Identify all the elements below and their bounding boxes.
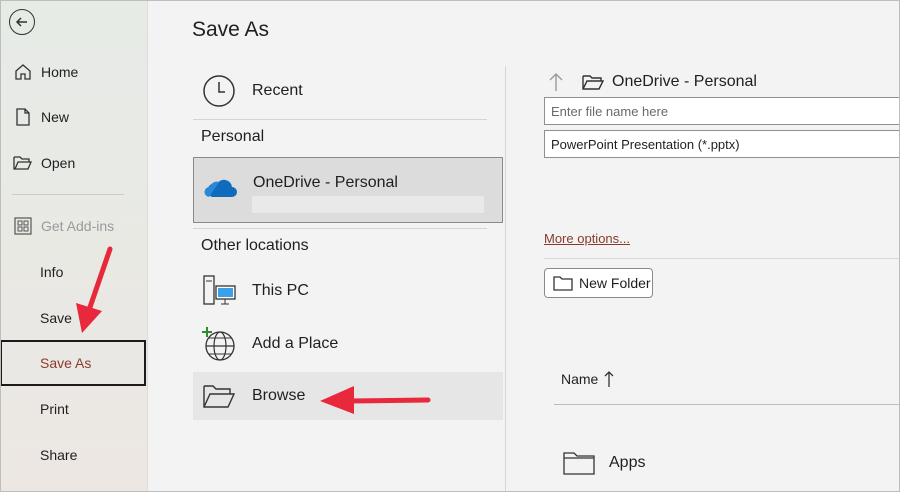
- nav-home[interactable]: Home: [0, 55, 147, 89]
- nav-new-label: New: [41, 109, 70, 125]
- folder-icon: [563, 450, 595, 476]
- new-folder-icon: [553, 275, 573, 291]
- location-onedrive-label: OneDrive - Personal: [253, 174, 398, 191]
- more-options-link[interactable]: More options...: [544, 231, 630, 246]
- new-folder-label: New Folder: [579, 275, 651, 291]
- sort-ascending-icon: [604, 370, 614, 388]
- nav-home-label: Home: [41, 64, 79, 80]
- separator: [544, 258, 900, 259]
- back-arrow-icon: [15, 17, 27, 27]
- nav-get-add-ins-label: Get Add-ins: [41, 218, 115, 234]
- file-type-select[interactable]: PowerPoint Presentation (*.pptx): [544, 130, 900, 158]
- file-type-value: PowerPoint Presentation (*.pptx): [551, 136, 740, 152]
- up-arrow-icon[interactable]: [548, 72, 568, 92]
- nav-print[interactable]: Print: [0, 392, 147, 426]
- nav-info-label: Info: [40, 264, 64, 280]
- nav-share-label: Share: [40, 447, 78, 463]
- add-place-globe-icon: [201, 326, 237, 362]
- nav-print-label: Print: [40, 401, 69, 417]
- add-ins-icon: [12, 215, 34, 237]
- location-add-a-place-label: Add a Place: [252, 335, 339, 352]
- current-path: OneDrive - Personal: [548, 70, 757, 94]
- nav-save-as[interactable]: Save As: [0, 340, 146, 386]
- browse-folder-icon: [201, 378, 237, 414]
- nav-save[interactable]: Save: [0, 301, 147, 335]
- page-title: Save As: [192, 18, 270, 41]
- backstage-sidebar: Home New Open Get Add-ins Info Save Save…: [0, 0, 148, 492]
- account-email-redacted: [252, 196, 484, 213]
- onedrive-cloud-icon: [202, 169, 238, 205]
- separator: [554, 404, 900, 405]
- location-onedrive-personal[interactable]: OneDrive - Personal: [193, 157, 503, 223]
- nav-info[interactable]: Info: [0, 255, 147, 289]
- nav-new[interactable]: New: [0, 100, 147, 134]
- new-folder-button[interactable]: New Folder: [544, 268, 653, 298]
- nav-get-add-ins: Get Add-ins: [0, 209, 147, 243]
- home-icon: [12, 61, 34, 83]
- location-add-a-place[interactable]: Add a Place: [193, 320, 503, 368]
- current-path-label: OneDrive - Personal: [612, 73, 757, 90]
- sidebar-divider: [12, 194, 124, 195]
- list-item[interactable]: Apps: [563, 450, 645, 476]
- location-recent[interactable]: Recent: [193, 67, 503, 115]
- this-pc-icon: [201, 273, 237, 309]
- location-this-pc[interactable]: This PC: [193, 267, 503, 315]
- separator: [193, 119, 487, 120]
- list-item-label: Apps: [609, 454, 646, 471]
- folder-icon: [582, 74, 604, 91]
- new-document-icon: [12, 106, 34, 128]
- location-recent-label: Recent: [252, 82, 303, 99]
- location-browse[interactable]: Browse: [193, 372, 503, 420]
- nav-open[interactable]: Open: [0, 146, 147, 180]
- column-name-label: Name: [561, 371, 599, 387]
- column-header-name[interactable]: Name: [561, 370, 614, 388]
- personal-heading: Personal: [201, 128, 265, 145]
- separator: [193, 228, 487, 229]
- back-button[interactable]: [9, 9, 35, 35]
- clock-icon: [201, 73, 237, 109]
- file-name-field[interactable]: [544, 97, 900, 125]
- nav-save-label: Save: [40, 310, 72, 326]
- open-folder-icon: [12, 152, 34, 174]
- other-locations-heading: Other locations: [201, 237, 309, 254]
- nav-save-as-label: Save As: [40, 355, 92, 371]
- nav-open-label: Open: [41, 155, 76, 171]
- location-this-pc-label: This PC: [252, 282, 309, 299]
- nav-share[interactable]: Share: [0, 438, 147, 472]
- panel-divider: [505, 66, 506, 492]
- file-name-input[interactable]: [551, 103, 900, 119]
- location-browse-label: Browse: [252, 387, 306, 404]
